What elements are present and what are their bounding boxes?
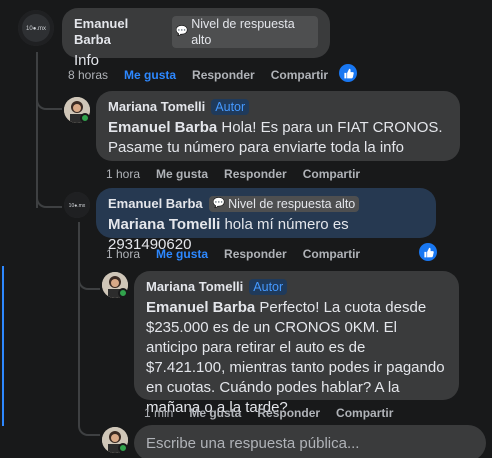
share-button[interactable]: Compartir bbox=[303, 247, 360, 261]
comment-bubble: Mariana Tomelli Autor Emanuel Barba Hola… bbox=[96, 91, 460, 161]
comment-bubble: Emanuel Barba 💬 Nivel de respuesta alto I… bbox=[62, 8, 330, 69]
comment-actions: 1 hora Me gusta Responder Compartir bbox=[106, 167, 360, 181]
status-badge-label: Nivel de respuesta alto bbox=[228, 197, 356, 211]
share-button[interactable]: Compartir bbox=[271, 68, 328, 82]
comment-actions: 8 horas Me gusta Responder Compartir bbox=[68, 68, 328, 82]
author-badge: Autor bbox=[211, 99, 250, 115]
comment-time[interactable]: 1 hora bbox=[106, 167, 140, 181]
comment-author[interactable]: Emanuel Barba bbox=[74, 16, 166, 48]
like-button[interactable]: Me gusta bbox=[189, 406, 241, 420]
status-badge-label: Nivel de respuesta alto bbox=[191, 17, 295, 47]
reply-input-placeholder: Escribe una respuesta pública... bbox=[146, 434, 360, 452]
comment-author[interactable]: Mariana Tomelli bbox=[146, 279, 243, 295]
thread-connector-3 bbox=[78, 270, 100, 290]
reply-button[interactable]: Responder bbox=[257, 406, 320, 420]
reply-button[interactable]: Responder bbox=[192, 68, 255, 82]
comment-text: Emanuel Barba Hola! Es para un FIAT CRON… bbox=[108, 118, 448, 158]
online-status-icon bbox=[118, 288, 128, 298]
comment-actions: 1 min Me gusta Responder Compartir bbox=[144, 406, 393, 420]
active-thread-indicator bbox=[2, 266, 4, 426]
like-button[interactable]: Me gusta bbox=[156, 247, 208, 261]
svg-text:10●.mx: 10●.mx bbox=[69, 203, 86, 209]
reply-button[interactable]: Responder bbox=[224, 247, 287, 261]
comment-author[interactable]: Emanuel Barba bbox=[108, 196, 203, 212]
chat-bubble-icon: 💬 bbox=[175, 26, 189, 37]
comment-body: Perfecto! La cuota desde $235.000 es de … bbox=[146, 299, 445, 416]
share-button[interactable]: Compartir bbox=[336, 406, 393, 420]
like-button[interactable]: Me gusta bbox=[156, 167, 208, 181]
comment-time[interactable]: 1 hora bbox=[106, 247, 140, 261]
comment-bubble: Emanuel Barba 💬 Nivel de respuesta alto M… bbox=[96, 188, 436, 253]
comment-time[interactable]: 8 horas bbox=[68, 68, 108, 82]
like-button[interactable]: Me gusta bbox=[124, 68, 176, 82]
mention-link[interactable]: Emanuel Barba bbox=[146, 299, 255, 316]
comment-time[interactable]: 1 min bbox=[144, 406, 173, 420]
comment-author[interactable]: Mariana Tomelli bbox=[108, 99, 205, 115]
like-reaction-icon[interactable] bbox=[339, 64, 357, 82]
thread-connector-2 bbox=[36, 188, 62, 208]
avatar[interactable]: 10●.mx bbox=[18, 10, 54, 46]
svg-text:10●.mx: 10●.mx bbox=[26, 26, 46, 32]
like-reaction-icon[interactable] bbox=[419, 243, 437, 261]
comment-actions: 1 hora Me gusta Responder Compartir bbox=[106, 247, 360, 261]
reply-button[interactable]: Responder bbox=[224, 167, 287, 181]
mention-link[interactable]: Emanuel Barba bbox=[108, 119, 217, 136]
author-badge: Autor bbox=[249, 279, 288, 295]
online-status-icon bbox=[118, 443, 128, 453]
thread-connector-1 bbox=[36, 92, 62, 110]
reply-input[interactable]: Escribe una respuesta pública... bbox=[134, 425, 486, 458]
avatar[interactable]: 10●.mx bbox=[64, 192, 90, 218]
chat-bubble-icon: 💬 bbox=[212, 198, 226, 209]
online-status-icon bbox=[80, 113, 90, 123]
status-badge: 💬 Nivel de respuesta alto bbox=[171, 16, 318, 48]
comment-text: Emanuel Barba Perfecto! La cuota desde $… bbox=[146, 298, 447, 418]
status-badge: 💬 Nivel de respuesta alto bbox=[208, 196, 360, 212]
thread-connector-4 bbox=[78, 290, 100, 436]
mention-link[interactable]: Mariana Tomelli bbox=[108, 216, 220, 233]
comment-bubble: Mariana Tomelli Autor Emanuel Barba Perf… bbox=[134, 271, 459, 416]
share-button[interactable]: Compartir bbox=[303, 167, 360, 181]
